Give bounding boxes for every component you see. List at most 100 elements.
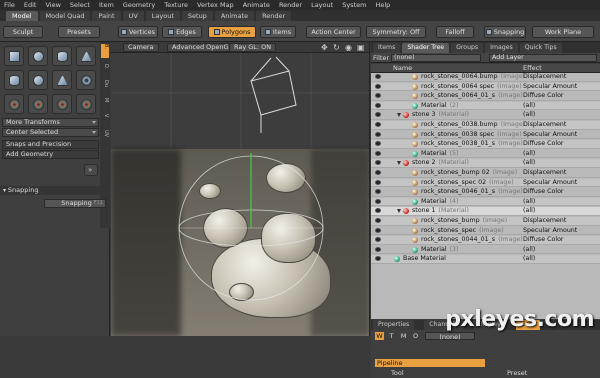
- shader-tree-row[interactable]: Base Material (all): [371, 255, 600, 264]
- shader-tree-row[interactable]: rock_stones_spec (Image) Specular Amount: [371, 227, 600, 236]
- visibility-eye-icon[interactable]: [375, 218, 381, 223]
- layer-effect[interactable]: Displacement: [523, 169, 566, 177]
- vtab-deform[interactable]: D.: [101, 64, 109, 69]
- polygons-mode-button[interactable]: Polygons: [208, 26, 256, 38]
- falloff-dropdown[interactable]: Falloff: [436, 26, 474, 38]
- shader-tree-row[interactable]: Material (2) (all): [371, 101, 600, 111]
- w-button[interactable]: W: [375, 332, 384, 340]
- name-column-header[interactable]: Name: [393, 64, 412, 73]
- tab-images[interactable]: Images: [485, 43, 518, 53]
- visibility-eye-icon[interactable]: [375, 141, 381, 147]
- expand-triangle-icon[interactable]: [397, 161, 401, 166]
- t-button[interactable]: T: [387, 332, 396, 340]
- vtab-uv[interactable]: UV: [101, 130, 109, 137]
- viewport-scene[interactable]: [111, 53, 369, 336]
- tab-paint[interactable]: Paint: [92, 11, 121, 21]
- vtab-mesh-edit[interactable]: M: [101, 98, 109, 102]
- m-button[interactable]: M: [399, 332, 408, 340]
- menu-item-help[interactable]: Help: [375, 1, 390, 9]
- edges-mode-button[interactable]: Edges: [162, 26, 202, 38]
- render-mode-dropdown[interactable]: Advanced OpenGL: [167, 43, 238, 52]
- visibility-eye-icon[interactable]: [375, 160, 381, 166]
- layer-effect[interactable]: Specular Amount: [523, 131, 577, 139]
- snapping-toggle[interactable]: Snapping: [484, 26, 526, 38]
- layer-effect[interactable]: (all): [523, 102, 535, 110]
- shader-tree-row[interactable]: rock_stones_0038 spec (Image) Specular Amo…: [371, 131, 600, 140]
- shader-tree-row[interactable]: rock_stones_0064_01_s (Image) Diffuse Colo…: [371, 92, 600, 101]
- menu-item-layout[interactable]: Layout: [311, 1, 333, 9]
- layer-effect[interactable]: (all): [523, 198, 535, 206]
- layer-effect[interactable]: (all): [523, 207, 535, 215]
- layer-effect[interactable]: (all): [523, 111, 535, 119]
- visibility-eye-icon[interactable]: [375, 246, 381, 252]
- tab-setup[interactable]: Setup: [181, 11, 213, 21]
- vtab-basic[interactable]: B.: [101, 44, 109, 58]
- visibility-eye-icon[interactable]: [375, 227, 381, 233]
- menu-item-edit[interactable]: Edit: [24, 1, 37, 9]
- shader-tree-row[interactable]: stone 3 (Material) (all): [371, 111, 600, 120]
- snapping-section-header[interactable]: ▾ Snapping: [0, 186, 110, 195]
- visibility-eye-icon[interactable]: [375, 93, 381, 99]
- shader-tree-row[interactable]: stone 2 (Material) (all): [371, 159, 600, 168]
- visibility-eye-icon[interactable]: [375, 198, 381, 204]
- visibility-eye-icon[interactable]: [375, 170, 381, 175]
- sphere-tool[interactable]: [28, 46, 48, 66]
- visibility-eye-icon[interactable]: [375, 112, 381, 118]
- 3d-viewport[interactable]: Camera Advanced OpenGL Ray GL: ON ✥ ↻ ◉ …: [111, 42, 370, 336]
- tab-shader-tree[interactable]: Shader Tree: [402, 43, 450, 53]
- layer-effect[interactable]: (all): [523, 150, 535, 158]
- tab-layout[interactable]: Layout: [145, 11, 180, 21]
- camera-view-dropdown[interactable]: Camera: [123, 43, 159, 52]
- add-geometry-dropdown[interactable]: Add Geometry: [2, 150, 99, 159]
- o-button[interactable]: O: [411, 332, 420, 340]
- cube-tool[interactable]: [4, 46, 24, 66]
- menu-item-view[interactable]: View: [45, 1, 60, 9]
- menu-item-vertex-map[interactable]: Vertex Map: [197, 1, 234, 9]
- menu-item-render[interactable]: Render: [279, 1, 302, 9]
- cylinder-tool[interactable]: [52, 46, 72, 66]
- tab-quick-tips[interactable]: Quick Tips: [519, 43, 562, 53]
- shader-tree-row[interactable]: rock_stones_bump 02 (Image) Displacement: [371, 169, 600, 178]
- move-tool[interactable]: [4, 94, 24, 114]
- layer-effect[interactable]: Diffuse Color: [523, 140, 564, 148]
- list-dropdown[interactable]: (none): [425, 332, 475, 341]
- transform-tool[interactable]: [76, 94, 96, 114]
- symmetry-dropdown[interactable]: Symmetry: Off: [366, 26, 426, 38]
- menu-item-file[interactable]: File: [4, 1, 15, 9]
- work-plane-dropdown[interactable]: Work Plane: [532, 26, 594, 38]
- visibility-eye-icon[interactable]: [375, 150, 381, 156]
- visibility-eye-icon[interactable]: [375, 74, 381, 79]
- visibility-eye-icon[interactable]: [375, 237, 381, 243]
- shader-tree-row[interactable]: Material (5) (all): [371, 150, 600, 159]
- shader-tree-row[interactable]: rock_stones_0064 spec (Image) Specular Amo…: [371, 82, 600, 92]
- items-mode-button[interactable]: Items: [260, 26, 296, 38]
- add-layer-dropdown[interactable]: Add Layer: [489, 54, 597, 62]
- tab-model-quad[interactable]: Model Quad: [39, 11, 91, 21]
- ray-gl-toggle[interactable]: Ray GL: ON: [229, 43, 277, 52]
- layer-effect[interactable]: Displacement: [523, 217, 566, 225]
- tab-model[interactable]: Model: [6, 11, 38, 21]
- rotate-tool[interactable]: [28, 94, 48, 114]
- menu-item-texture[interactable]: Texture: [164, 1, 188, 9]
- tab-animate[interactable]: Animate: [214, 11, 255, 21]
- layer-effect[interactable]: (all): [523, 246, 535, 254]
- center-selected-dropdown[interactable]: Center Selected: [2, 128, 99, 137]
- capsule-tool[interactable]: [4, 70, 24, 90]
- layer-effect[interactable]: (all): [523, 159, 535, 167]
- pipeline-row[interactable]: Pipeline: [375, 359, 485, 367]
- tab-groups[interactable]: Groups: [451, 43, 484, 53]
- shader-tree-row[interactable]: rock_stones_0038.bump (Image) Displacement: [371, 121, 600, 130]
- visibility-eye-icon[interactable]: [375, 256, 381, 262]
- tab-items[interactable]: Items: [373, 43, 401, 53]
- tab-properties[interactable]: Properties: [373, 320, 415, 330]
- vtab-vertex-map[interactable]: V: [101, 114, 109, 117]
- menu-item-item[interactable]: Item: [99, 1, 114, 9]
- snaps-precision-dropdown[interactable]: Snaps and Precision: [2, 140, 99, 149]
- menu-item-geometry[interactable]: Geometry: [123, 1, 155, 9]
- snapping-button[interactable]: Snapping F11: [44, 199, 106, 208]
- vtab-duplicate[interactable]: Du: [101, 80, 109, 87]
- visibility-eye-icon[interactable]: [375, 179, 381, 185]
- shader-tree-row[interactable]: rock_stones_0038_01_s (Image) Diffuse Colo…: [371, 140, 600, 149]
- shader-tree-row[interactable]: Material (3) (all): [371, 246, 600, 255]
- more-transforms-dropdown[interactable]: More Transforms: [2, 118, 99, 127]
